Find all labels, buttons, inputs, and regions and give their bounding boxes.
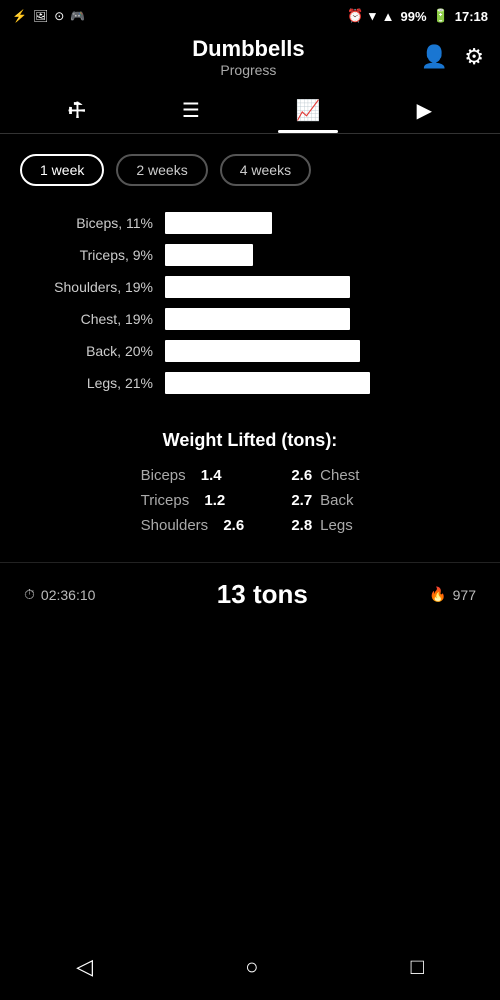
calories-value: 977 <box>453 587 476 603</box>
dumbbell-icon: ⚒ <box>62 95 92 125</box>
weight-muscle-name: Legs <box>320 517 353 534</box>
toolbar-item-list[interactable]: ☰ <box>182 98 200 133</box>
chart-bar-container <box>165 308 480 330</box>
chart-icon: 📈 <box>296 98 321 123</box>
chart-bar-container <box>165 372 480 394</box>
weight-muscle-value: 1.2 <box>197 492 225 509</box>
home-nav-icon[interactable]: ○ <box>245 954 258 980</box>
stat-total-weight: 13 tons <box>217 579 308 610</box>
chart-label: Back, 20% <box>20 343 165 359</box>
filter-4weeks[interactable]: 4 weeks <box>220 154 311 186</box>
filter-2weeks[interactable]: 2 weeks <box>116 154 207 186</box>
time-filter: 1 week 2 weeks 4 weeks <box>0 134 500 196</box>
weight-muscle-name: Biceps <box>141 467 186 484</box>
toolbar: ⚒ ☰ 📈 ▶ <box>0 90 500 134</box>
chart-label: Chest, 19% <box>20 311 165 327</box>
app-subtitle: Progress <box>76 62 421 78</box>
chart-section: Biceps, 11% Triceps, 9% Shoulders, 19% Ches… <box>0 196 500 420</box>
chart-bar <box>165 244 253 266</box>
toolbar-item-chart[interactable]: 📈 <box>296 98 321 133</box>
chart-bar <box>165 340 360 362</box>
profile-icon[interactable]: 👤 <box>421 44 448 70</box>
weight-left-col: Biceps 1.4Triceps 1.2 Shoulders 2.6 <box>141 467 245 542</box>
header-actions: 👤 ⚙ <box>421 44 484 70</box>
header-title: Dumbbells Progress <box>76 36 421 78</box>
chart-bar-container <box>165 212 480 234</box>
weight-muscle-value: 1.4 <box>194 467 222 484</box>
weight-grid: Biceps 1.4Triceps 1.2 Shoulders 2.6 2.6 Chest… <box>20 467 480 542</box>
chart-bar-container <box>165 276 480 298</box>
list-icon: ☰ <box>182 98 200 123</box>
weight-right-col: 2.6 Chest 2.7 Back 2.8 Legs <box>284 467 359 542</box>
toolbar-item-dumbbell[interactable]: ⚒ <box>68 98 86 133</box>
status-bar: ⚡ 🖼 ⊙ 🎮 ⏰ ▾ ▲ 99% 🔋 17:18 <box>0 0 500 28</box>
stats-bar: ⏱ 02:36:10 13 tons 🔥 977 <box>0 567 500 622</box>
weight-right-row: 2.8 Legs <box>284 517 359 534</box>
battery-icon: 🔋 <box>433 8 449 24</box>
video-icon: ▶ <box>417 98 432 123</box>
weight-right-row: 2.6 Chest <box>284 467 359 484</box>
weight-left-row: Shoulders 2.6 <box>141 517 245 534</box>
alarm-icon: ⏰ <box>347 8 363 24</box>
fire-icon: 🔥 <box>429 586 446 603</box>
weight-muscle-name: Triceps <box>141 492 190 509</box>
chart-row: Shoulders, 19% <box>20 276 480 298</box>
weight-right-row: 2.7 Back <box>284 492 359 509</box>
divider <box>0 562 500 563</box>
timer-icon: ⏱ <box>24 586 35 603</box>
weight-muscle-value: 2.8 <box>284 517 312 534</box>
usb-icon: ⚡ <box>12 9 27 23</box>
chart-label: Triceps, 9% <box>20 247 165 263</box>
chart-bar-container <box>165 244 480 266</box>
stat-calories: 🔥 977 <box>429 586 476 603</box>
weight-muscle-value: 2.7 <box>284 492 312 509</box>
chart-bar <box>165 212 272 234</box>
location-icon: ⊙ <box>54 9 64 23</box>
status-icons-right: ⏰ ▾ ▲ 99% 🔋 17:18 <box>347 8 488 24</box>
chart-row: Chest, 19% <box>20 308 480 330</box>
elapsed-time: 02:36:10 <box>41 587 96 603</box>
chart-bar <box>165 372 370 394</box>
weight-left-row: Triceps 1.2 <box>141 492 245 509</box>
image-icon: 🖼 <box>33 9 48 23</box>
weight-section: Weight Lifted (tons): Biceps 1.4Triceps 1.… <box>0 420 500 558</box>
chart-bar-container <box>165 340 480 362</box>
bottom-nav: ◁ ○ □ <box>0 938 500 1000</box>
chart-bar <box>165 308 350 330</box>
weight-muscle-name: Shoulders <box>141 517 209 534</box>
battery-percent: 99% <box>401 9 427 24</box>
app-title: Dumbbells <box>76 36 421 62</box>
weight-muscle-value: 2.6 <box>216 517 244 534</box>
wifi-icon: ▾ <box>369 8 376 24</box>
weight-muscle-value: 2.6 <box>284 467 312 484</box>
recent-nav-icon[interactable]: □ <box>411 954 424 980</box>
filter-1week[interactable]: 1 week <box>20 154 104 186</box>
game-icon: 🎮 <box>70 9 85 23</box>
stat-time: ⏱ 02:36:10 <box>24 586 95 603</box>
chart-row: Biceps, 11% <box>20 212 480 234</box>
clock: 17:18 <box>455 9 488 24</box>
chart-row: Legs, 21% <box>20 372 480 394</box>
header: Dumbbells Progress 👤 ⚙ <box>0 28 500 90</box>
chart-label: Biceps, 11% <box>20 215 165 231</box>
weight-muscle-name: Chest <box>320 467 359 484</box>
weight-left-row: Biceps 1.4 <box>141 467 245 484</box>
signal-icon: ▲ <box>382 9 395 24</box>
chart-bar <box>165 276 350 298</box>
status-icons-left: ⚡ 🖼 ⊙ 🎮 <box>12 9 85 23</box>
chart-label: Shoulders, 19% <box>20 279 165 295</box>
toolbar-item-video[interactable]: ▶ <box>417 98 432 133</box>
chart-label: Legs, 21% <box>20 375 165 391</box>
weight-muscle-name: Back <box>320 492 353 509</box>
chart-row: Back, 20% <box>20 340 480 362</box>
back-nav-icon[interactable]: ◁ <box>76 954 93 980</box>
weight-title: Weight Lifted (tons): <box>20 430 480 451</box>
settings-icon[interactable]: ⚙ <box>464 44 484 70</box>
chart-row: Triceps, 9% <box>20 244 480 266</box>
spacer <box>0 622 500 822</box>
